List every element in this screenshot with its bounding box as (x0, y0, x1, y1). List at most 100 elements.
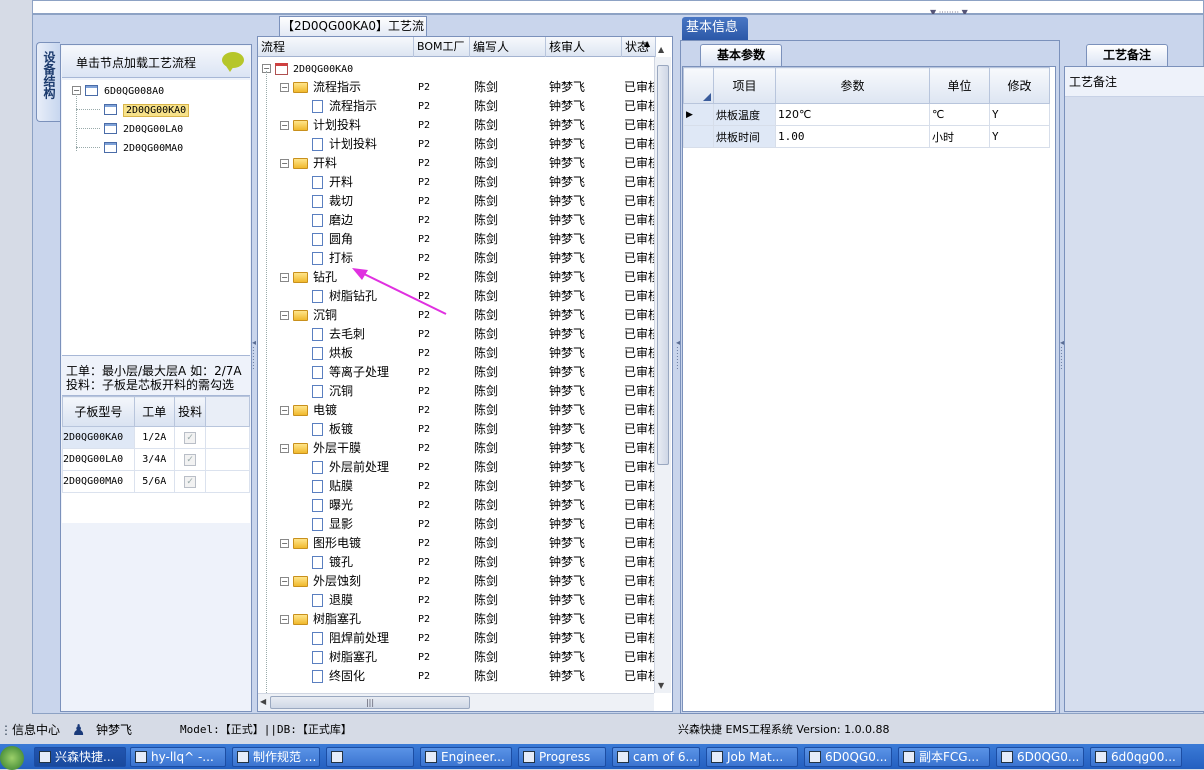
notes-area[interactable] (1065, 97, 1204, 711)
taskbar-button[interactable]: Job Mat... (706, 747, 798, 767)
column-header[interactable]: 参数 (775, 67, 930, 104)
param-item[interactable]: 烘板温度 (713, 103, 776, 126)
scroll-down-icon[interactable]: ▼ (658, 681, 664, 690)
taskbar-button[interactable]: Engineer... (420, 747, 512, 767)
process-group-row[interactable]: − 流程指示 P2 陈剑 钟梦飞 已审核 (258, 78, 656, 97)
feed-checkbox[interactable]: ✓ (184, 431, 197, 444)
taskbar-button[interactable]: hy-llq^ -... (130, 747, 226, 767)
tree-root-row[interactable]: −2D0QG00KA0 (258, 59, 656, 78)
process-step-row[interactable]: 沉铜 P2 陈剑 钟梦飞 已审核 (258, 382, 656, 401)
info-center-link[interactable]: 信息中心 (12, 722, 60, 738)
process-step-row[interactable]: 流程指示 P2 陈剑 钟梦飞 已审核 (258, 97, 656, 116)
param-modify[interactable]: Y (989, 103, 1050, 126)
tree-node[interactable]: 2D0QG00MA0 (104, 139, 183, 155)
process-group-row[interactable]: − 树脂塞孔 P2 陈剑 钟梦飞 已审核 (258, 610, 656, 629)
process-step-row[interactable]: 贴膜 P2 陈剑 钟梦飞 已审核 (258, 477, 656, 496)
horizontal-scrollbar[interactable]: ◀ ||| (258, 693, 654, 711)
column-header[interactable]: 项目 (713, 67, 776, 104)
tab-basic-params[interactable]: 基本参数 (700, 44, 782, 66)
process-step-row[interactable]: 退膜 P2 陈剑 钟梦飞 已审核 (258, 591, 656, 610)
splitter-grip[interactable]: ◂:::: (252, 339, 256, 371)
process-step-row[interactable]: 树脂钻孔 P2 陈剑 钟梦飞 已审核 (258, 287, 656, 306)
process-group-row[interactable]: − 沉铜 P2 陈剑 钟梦飞 已审核 (258, 306, 656, 325)
scroll-up-icon[interactable]: ▲ (658, 45, 664, 54)
order-cell[interactable]: 5/6A (133, 470, 175, 493)
param-unit[interactable]: ℃ (929, 103, 990, 126)
process-step-row[interactable]: 等离子处理 P2 陈剑 钟梦飞 已审核 (258, 363, 656, 382)
param-item[interactable]: 烘板时间 (713, 125, 776, 148)
column-header[interactable]: 子板型号 (62, 396, 135, 427)
tree-node-selected[interactable]: 2D0QG00KA0 (104, 101, 190, 117)
collapse-icon[interactable]: − (280, 444, 289, 453)
taskbar-button[interactable]: 6d0qg00... (1090, 747, 1182, 767)
process-group-row[interactable]: − 外层干膜 P2 陈剑 钟梦飞 已审核 (258, 439, 656, 458)
process-step-row[interactable]: 开料 P2 陈剑 钟梦飞 已审核 (258, 173, 656, 192)
tree-node[interactable]: −6D0QG008A0 (72, 82, 164, 98)
taskbar-button[interactable]: 兴森快捷... (34, 747, 126, 767)
param-value[interactable]: 120℃ (775, 103, 930, 126)
column-header[interactable]: 核审人 (546, 37, 622, 57)
param-value[interactable]: 1.00 (775, 125, 930, 148)
process-step-row[interactable]: 镀孔 P2 陈剑 钟梦飞 已审核 (258, 553, 656, 572)
feed-checkbox[interactable]: ✓ (184, 453, 197, 466)
tab-basic-info[interactable]: 基本信息 (682, 17, 748, 40)
taskbar-button[interactable] (326, 747, 414, 767)
process-step-row[interactable]: 去毛刺 P2 陈剑 钟梦飞 已审核 (258, 325, 656, 344)
process-step-row[interactable]: 磨边 P2 陈剑 钟梦飞 已审核 (258, 211, 656, 230)
column-header[interactable]: 修改 (989, 67, 1050, 104)
collapse-icon[interactable]: − (280, 577, 289, 586)
model-cell[interactable]: 2D0QG00KA0 (62, 426, 135, 449)
process-group-row[interactable]: − 开料 P2 陈剑 钟梦飞 已审核 (258, 154, 656, 173)
process-step-row[interactable]: 阻焊前处理 P2 陈剑 钟梦飞 已审核 (258, 629, 656, 648)
process-step-row[interactable]: 终固化 P2 陈剑 钟梦飞 已审核 (258, 667, 656, 686)
collapse-icon[interactable]: − (280, 159, 289, 168)
scroll-thumb[interactable]: ||| (270, 696, 470, 709)
table-row[interactable]: 2D0QG00LA0 3/4A ✓ (62, 448, 250, 471)
tree-node[interactable]: 2D0QG00LA0 (104, 120, 183, 136)
windows-start-icon[interactable] (0, 746, 24, 770)
column-header[interactable]: 状态 (622, 37, 656, 57)
model-cell[interactable]: 2D0QG00MA0 (62, 470, 135, 493)
process-step-row[interactable]: 板镀 P2 陈剑 钟梦飞 已审核 (258, 420, 656, 439)
info-icon[interactable]: ⋮ (0, 722, 12, 738)
taskbar-button[interactable]: 6D0QG0... (804, 747, 892, 767)
table-row[interactable]: 2D0QG00MA0 5/6A ✓ (62, 470, 250, 493)
process-step-row[interactable]: 圆角 P2 陈剑 钟梦飞 已审核 (258, 230, 656, 249)
column-header[interactable]: 单位 (929, 67, 990, 104)
taskbar-button[interactable]: 6D0QG0... (996, 747, 1084, 767)
column-header[interactable]: BOM工厂 (414, 37, 470, 57)
collapse-icon[interactable]: − (280, 83, 289, 92)
collapse-icon[interactable]: − (280, 539, 289, 548)
param-row[interactable]: 烘板时间 1.00 小时 Y (683, 125, 1050, 148)
taskbar-button[interactable]: 副本FCG... (898, 747, 990, 767)
process-step-row[interactable]: 外层前处理 P2 陈剑 钟梦飞 已审核 (258, 458, 656, 477)
process-group-row[interactable]: − 计划投料 P2 陈剑 钟梦飞 已审核 (258, 116, 656, 135)
process-group-row[interactable]: − 图形电镀 P2 陈剑 钟梦飞 已审核 (258, 534, 656, 553)
collapse-icon[interactable]: − (280, 121, 289, 130)
process-step-row[interactable]: 裁切 P2 陈剑 钟梦飞 已审核 (258, 192, 656, 211)
process-step-row[interactable]: 烘板 P2 陈剑 钟梦飞 已审核 (258, 344, 656, 363)
order-cell[interactable]: 1/2A (133, 426, 175, 449)
table-row[interactable]: 2D0QG00KA0 1/2A ✓ (62, 426, 250, 449)
collapse-icon[interactable]: − (280, 406, 289, 415)
scroll-left-icon[interactable]: ◀ (260, 697, 266, 706)
feed-checkbox[interactable]: ✓ (184, 475, 197, 488)
process-group-row[interactable]: − 外层蚀刻 P2 陈剑 钟梦飞 已审核 (258, 572, 656, 591)
collapse-icon[interactable]: − (280, 273, 289, 282)
column-header[interactable]: 编写人 (470, 37, 546, 57)
splitter-grip[interactable]: ◂:::: (676, 339, 680, 371)
tab-process-notes[interactable]: 工艺备注 (1086, 44, 1168, 66)
collapse-icon[interactable]: − (280, 615, 289, 624)
process-step-row[interactable]: 曝光 P2 陈剑 钟梦飞 已审核 (258, 496, 656, 515)
vertical-scrollbar[interactable]: ▲ ▼ (654, 45, 671, 693)
taskbar-button[interactable]: 制作规范 ... (232, 747, 320, 767)
chat-bubble-icon[interactable] (222, 52, 244, 72)
param-modify[interactable]: Y (989, 125, 1050, 148)
column-header[interactable]: 流程 (258, 37, 414, 57)
process-group-row[interactable]: − 钻孔 P2 陈剑 钟梦飞 已审核 (258, 268, 656, 287)
param-row[interactable]: ▶ 烘板温度 120℃ ℃ Y (683, 103, 1050, 126)
column-header[interactable]: 工单 (133, 396, 175, 427)
collapse-icon[interactable]: − (280, 311, 289, 320)
model-cell[interactable]: 2D0QG00LA0 (62, 448, 135, 471)
process-step-row[interactable]: 显影 P2 陈剑 钟梦飞 已审核 (258, 515, 656, 534)
